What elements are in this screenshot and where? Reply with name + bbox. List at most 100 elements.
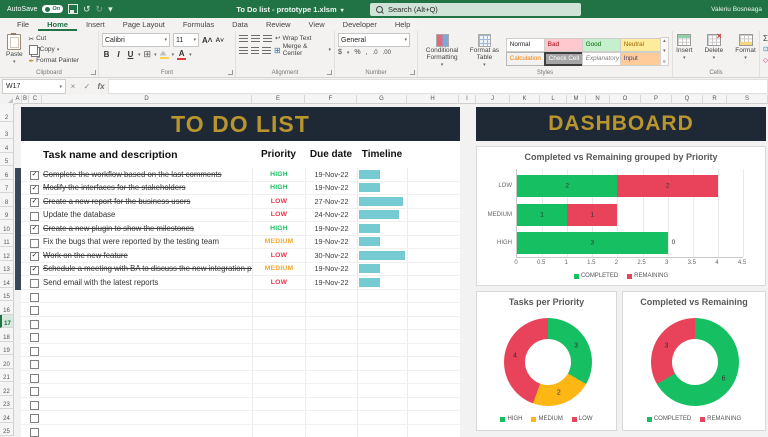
task-checkbox[interactable]: [30, 427, 39, 437]
timeline-cell[interactable]: [357, 235, 407, 248]
spare-cell[interactable]: [407, 276, 460, 289]
priority-cell[interactable]: LOW: [252, 276, 305, 289]
due-date-cell[interactable]: [305, 289, 357, 302]
spare-cell[interactable]: [407, 316, 460, 329]
number-dialog-launcher-icon[interactable]: [410, 70, 415, 75]
timeline-cell[interactable]: [357, 195, 407, 208]
task-row[interactable]: Fix the bugs that were reported by the t…: [21, 235, 460, 249]
due-date-cell[interactable]: 19-Nov-22: [305, 181, 357, 194]
priority-cell[interactable]: [252, 343, 305, 356]
formula-input[interactable]: [108, 79, 768, 94]
spare-cell[interactable]: [407, 195, 460, 208]
autosave-toggle[interactable]: On: [42, 5, 63, 13]
timeline-cell[interactable]: [357, 384, 407, 397]
font-color-icon[interactable]: A: [177, 49, 187, 60]
clipboard-dialog-launcher-icon[interactable]: [91, 70, 96, 75]
timeline-cell[interactable]: [357, 222, 407, 235]
timeline-cell[interactable]: [357, 411, 407, 424]
column-header-E[interactable]: E: [252, 95, 305, 104]
task-name-cell[interactable]: [21, 290, 252, 303]
save-icon[interactable]: [68, 4, 78, 14]
column-header-Q[interactable]: Q: [672, 95, 703, 104]
priority-cell[interactable]: [252, 397, 305, 410]
task-checkbox[interactable]: [30, 333, 39, 342]
row-header-10[interactable]: 10: [0, 220, 14, 234]
task-name-cell[interactable]: ✓ Create a new report for the business us…: [21, 195, 252, 208]
tab-insert[interactable]: Insert: [77, 20, 114, 31]
align-bottom-icon[interactable]: [263, 34, 272, 42]
task-name-cell[interactable]: [21, 384, 252, 397]
row-header-20[interactable]: 20: [0, 355, 14, 369]
chart-tasks-per-priority[interactable]: Tasks per Priority 3 2 4 HIGH MEDIUM LOW: [476, 291, 617, 431]
due-date-cell[interactable]: [305, 370, 357, 383]
style-chip-input[interactable]: Input: [619, 51, 661, 66]
due-date-cell[interactable]: 24-Nov-22: [305, 208, 357, 221]
column-header-G[interactable]: G: [357, 95, 407, 104]
title-dropdown-icon[interactable]: ▾: [341, 8, 344, 14]
task-name-cell[interactable]: ✓ Create a new plugin to show the milesto…: [21, 222, 252, 235]
due-date-cell[interactable]: 19-Nov-22: [305, 222, 357, 235]
column-header-P[interactable]: P: [641, 95, 672, 104]
task-checkbox[interactable]: [30, 414, 39, 423]
timeline-cell[interactable]: [357, 424, 407, 437]
spare-cell[interactable]: [407, 222, 460, 235]
column-header-L[interactable]: L: [540, 95, 567, 104]
delete-cells-button[interactable]: Delete▾: [701, 31, 726, 62]
task-row[interactable]: ✓ Create a new report for the business us…: [21, 195, 460, 209]
spare-cell[interactable]: [407, 249, 460, 262]
row-header-2[interactable]: 2: [0, 104, 14, 122]
chart-completed-by-priority[interactable]: Completed vs Remaining grouped by Priori…: [476, 146, 766, 286]
search-box[interactable]: Search (Alt+Q): [370, 2, 581, 16]
chart-completed-vs-remaining[interactable]: Completed vs Remaining 6 3 COMPLETED REMAINI…: [622, 291, 766, 431]
spare-cell[interactable]: [407, 262, 460, 275]
task-checkbox[interactable]: ✓: [30, 184, 39, 194]
task-checkbox[interactable]: [30, 387, 39, 396]
task-row[interactable]: [21, 330, 460, 344]
due-date-cell[interactable]: [305, 303, 357, 316]
due-date-cell[interactable]: 19-Nov-22: [305, 235, 357, 248]
task-checkbox[interactable]: [30, 346, 39, 356]
task-row[interactable]: Update the database LOW 24-Nov-22: [21, 208, 460, 222]
priority-cell[interactable]: [252, 316, 305, 329]
alignment-dialog-launcher-icon[interactable]: [327, 70, 332, 75]
tab-review[interactable]: Review: [257, 20, 300, 31]
row-header-13[interactable]: 13: [0, 260, 14, 274]
spare-cell[interactable]: [407, 343, 460, 356]
timeline-cell[interactable]: [357, 370, 407, 383]
row-header-11[interactable]: 11: [0, 233, 14, 247]
spare-cell[interactable]: [407, 208, 460, 221]
style-chip-check-cell[interactable]: Check Cell: [543, 51, 585, 66]
column-header-I[interactable]: I: [459, 95, 476, 104]
row-header-14[interactable]: 14: [0, 274, 14, 288]
column-header-C[interactable]: C: [29, 95, 42, 104]
priority-cell[interactable]: [252, 370, 305, 383]
row-header-6[interactable]: 6: [0, 166, 14, 180]
number-format-select[interactable]: General ▾: [338, 33, 410, 47]
column-header-M[interactable]: M: [567, 95, 586, 104]
task-row[interactable]: [21, 411, 460, 425]
row-header-8[interactable]: 8: [0, 193, 14, 207]
task-checkbox[interactable]: [30, 292, 39, 302]
task-row[interactable]: [21, 357, 460, 371]
row-header-4[interactable]: 4: [0, 139, 14, 153]
task-checkbox[interactable]: ✓: [30, 252, 39, 261]
percent-icon[interactable]: %: [354, 49, 360, 56]
task-row[interactable]: [21, 370, 460, 384]
column-header-K[interactable]: K: [510, 95, 540, 104]
task-row[interactable]: Send email with the latest reports LOW 19-…: [21, 276, 460, 290]
row-header-16[interactable]: 16: [0, 301, 14, 315]
row-header-3[interactable]: 3: [0, 121, 14, 139]
due-date-cell[interactable]: [305, 357, 357, 370]
column-header-F[interactable]: F: [305, 95, 357, 104]
style-chip-good[interactable]: Good: [581, 37, 623, 52]
tab-data[interactable]: Data: [223, 20, 257, 31]
task-name-cell[interactable]: [21, 344, 252, 357]
priority-cell[interactable]: HIGH: [252, 222, 305, 235]
priority-cell[interactable]: [252, 424, 305, 437]
task-row[interactable]: [21, 303, 460, 317]
row-header-21[interactable]: 21: [0, 368, 14, 382]
priority-cell[interactable]: [252, 289, 305, 302]
font-size-select[interactable]: 11 ▾: [173, 33, 199, 47]
task-name-cell[interactable]: [21, 357, 252, 370]
row-header-7[interactable]: 7: [0, 179, 14, 193]
